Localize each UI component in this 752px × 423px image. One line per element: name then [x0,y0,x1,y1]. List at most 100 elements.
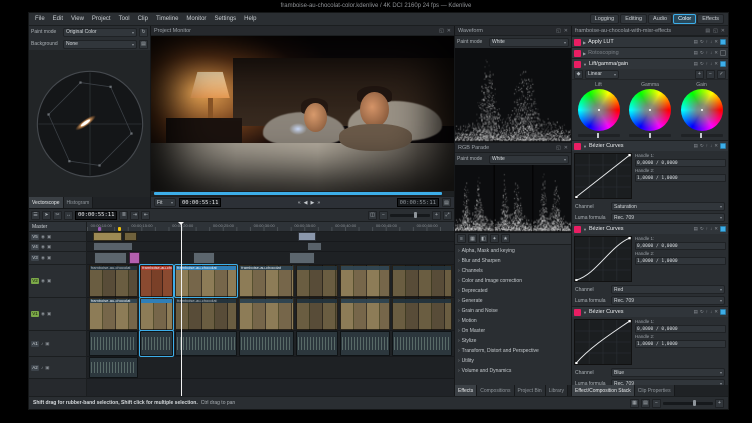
effect-header-bezier-curves-3[interactable]: ▼ Bézier Curves ▤ ↻ ↑ ↓ ✕ [572,306,728,317]
timeline-ruler[interactable]: 00:00:10:00 00:00:15:00 00:00:20:00 00:0… [87,222,454,232]
lock-icon[interactable]: ▣ [47,244,51,250]
add-keyframe-icon[interactable]: + [695,70,704,79]
timeline-clip[interactable] [89,357,139,378]
presets-icon[interactable]: ▤ [694,309,698,315]
track-row[interactable] [87,331,454,357]
vectorscope-paint-mode-select[interactable]: Original Color▾ [63,28,137,37]
timeline-clip[interactable] [93,232,122,241]
timeline-tracks-area[interactable]: 00:00:10:00 00:00:15:00 00:00:20:00 00:0… [87,222,454,396]
channel-select[interactable]: Red▾ [611,285,725,294]
split-view-icon[interactable]: ◧ [479,234,488,243]
mute-icon[interactable]: ♪ [41,365,43,370]
tab-library[interactable]: Library [546,385,568,396]
chevron-right-icon[interactable]: ▶ [583,40,586,45]
refresh-icon[interactable]: ↻ [139,28,148,37]
reset-icon[interactable]: ↻ [700,309,704,315]
effect-header-apply-lut[interactable]: ▶ Apply LUT ▤ ↻ ↑ ↓ ✕ [572,36,728,47]
filter-list-icon[interactable]: ≡ [457,234,466,243]
move-up-icon[interactable]: ↑ [706,50,708,56]
monitor-zoom-select[interactable]: Fit▾ [154,198,176,207]
reset-icon[interactable]: ↻ [700,226,704,232]
eye-icon[interactable]: ◉ [41,234,45,240]
move-up-icon[interactable]: ↑ [706,61,708,67]
zoom-out-icon[interactable]: − [652,399,661,408]
handle2-value[interactable]: 1,0000 / 1,0000 [635,340,726,348]
track-header[interactable]: V4◉▣ [29,242,86,252]
effect-category[interactable]: ›Generate [455,296,571,306]
zoom-in-icon[interactable]: + [432,211,441,220]
statusbar-zoom-slider[interactable] [663,402,713,405]
timeline-clip[interactable] [175,331,237,356]
timeline-clip[interactable] [93,242,133,251]
presets-icon[interactable]: ▤ [694,226,698,232]
timeline-clip[interactable] [340,298,390,330]
effect-category[interactable]: ›Grain and Noise [455,306,571,316]
effect-enabled-checkbox[interactable] [720,61,726,67]
timeline-clip[interactable] [89,331,139,356]
timeline-clip[interactable] [193,252,215,264]
remove-keyframe-icon[interactable]: − [706,70,715,79]
handle1-value[interactable]: 0,0000 / 0,0000 [635,325,726,333]
timeline-clip[interactable] [296,331,338,356]
track-tag[interactable]: A2 [31,365,39,371]
track-header[interactable]: V1◉▣ [29,298,86,331]
menu-tool[interactable]: Tool [115,16,134,22]
collapse-all-icon[interactable]: ▤ [705,28,710,34]
gamma-color-wheel[interactable] [629,89,671,131]
waveform-paint-mode-select[interactable]: White▾ [489,38,569,47]
lock-icon[interactable]: ▣ [47,255,51,261]
options-icon[interactable]: ▤ [139,40,148,49]
effect-enabled-checkbox[interactable] [720,39,726,45]
track-header[interactable]: A1♪▣ [29,331,86,357]
custom-effects-icon[interactable]: ✦ [490,234,499,243]
timeline-clip[interactable] [307,242,322,251]
favorites-icon[interactable]: ★ [501,234,510,243]
lock-icon[interactable]: ▣ [45,365,49,371]
timeline-clip[interactable] [296,298,338,330]
menu-clip[interactable]: Clip [134,16,152,22]
presets-icon[interactable]: ▤ [694,50,698,56]
workspace-audio[interactable]: Audio [648,14,672,24]
menu-project[interactable]: Project [88,16,115,22]
effect-category[interactable]: ›Transform, Distort and Perspective [455,346,571,356]
timeline-menu-icon[interactable]: ☰ [31,211,40,220]
delete-icon[interactable]: ✕ [714,50,718,56]
curve-editor[interactable] [574,153,632,199]
interpolation-select[interactable]: Linear▾ [585,70,619,79]
snap-icon[interactable]: ≣ [119,211,128,220]
curve-editor[interactable] [574,319,632,365]
chevron-down-icon[interactable]: ▼ [583,62,587,67]
menu-file[interactable]: File [31,16,49,22]
video-frame[interactable] [151,36,454,191]
timeline-clip[interactable] [140,331,173,356]
timeline-clip[interactable] [392,298,453,330]
mix-clips-icon[interactable]: ◫ [368,211,377,220]
curve-editor[interactable] [574,236,632,282]
effect-enabled-checkbox[interactable] [720,309,726,315]
track-tag[interactable]: V1 [31,311,39,317]
reset-icon[interactable]: ↻ [700,61,704,67]
delete-icon[interactable]: ✕ [714,226,718,232]
float-icon[interactable]: ◱ [556,145,561,151]
effect-header-bezier-curves-1[interactable]: ▼ Bézier Curves ▤ ↻ ↑ ↓ ✕ [572,140,728,151]
menu-monitor[interactable]: Monitor [182,16,210,22]
gain-slider[interactable] [681,134,723,137]
zoom-fit-icon[interactable]: ⤢ [443,211,452,220]
zoom-in-icon[interactable]: + [715,399,724,408]
close-icon[interactable]: ✕ [564,145,568,151]
move-down-icon[interactable]: ↓ [710,143,712,149]
monitor-seek-bar[interactable] [151,191,454,196]
lift-color-wheel[interactable] [578,89,620,131]
move-up-icon[interactable]: ↑ [706,143,708,149]
float-icon[interactable]: ◱ [439,28,444,34]
float-icon[interactable]: ◱ [713,28,718,34]
workspace-effects[interactable]: Effects [697,14,724,24]
effect-header-lift-gamma-gain[interactable]: ▼ Lift/gamma/gain ▤ ↻ ↑ ↓ ✕ [572,58,728,69]
lock-icon[interactable]: ▣ [47,234,51,240]
apply-icon[interactable]: ✓ [717,70,726,79]
grid-view-icon[interactable]: ▦ [468,234,477,243]
delete-icon[interactable]: ✕ [714,39,718,45]
effect-category[interactable]: ›Volume and Dynamics [455,366,571,376]
workspace-color[interactable]: Color [673,14,696,24]
track-row[interactable]: framboise-au-chocolat framboise-au-choco… [87,265,454,298]
